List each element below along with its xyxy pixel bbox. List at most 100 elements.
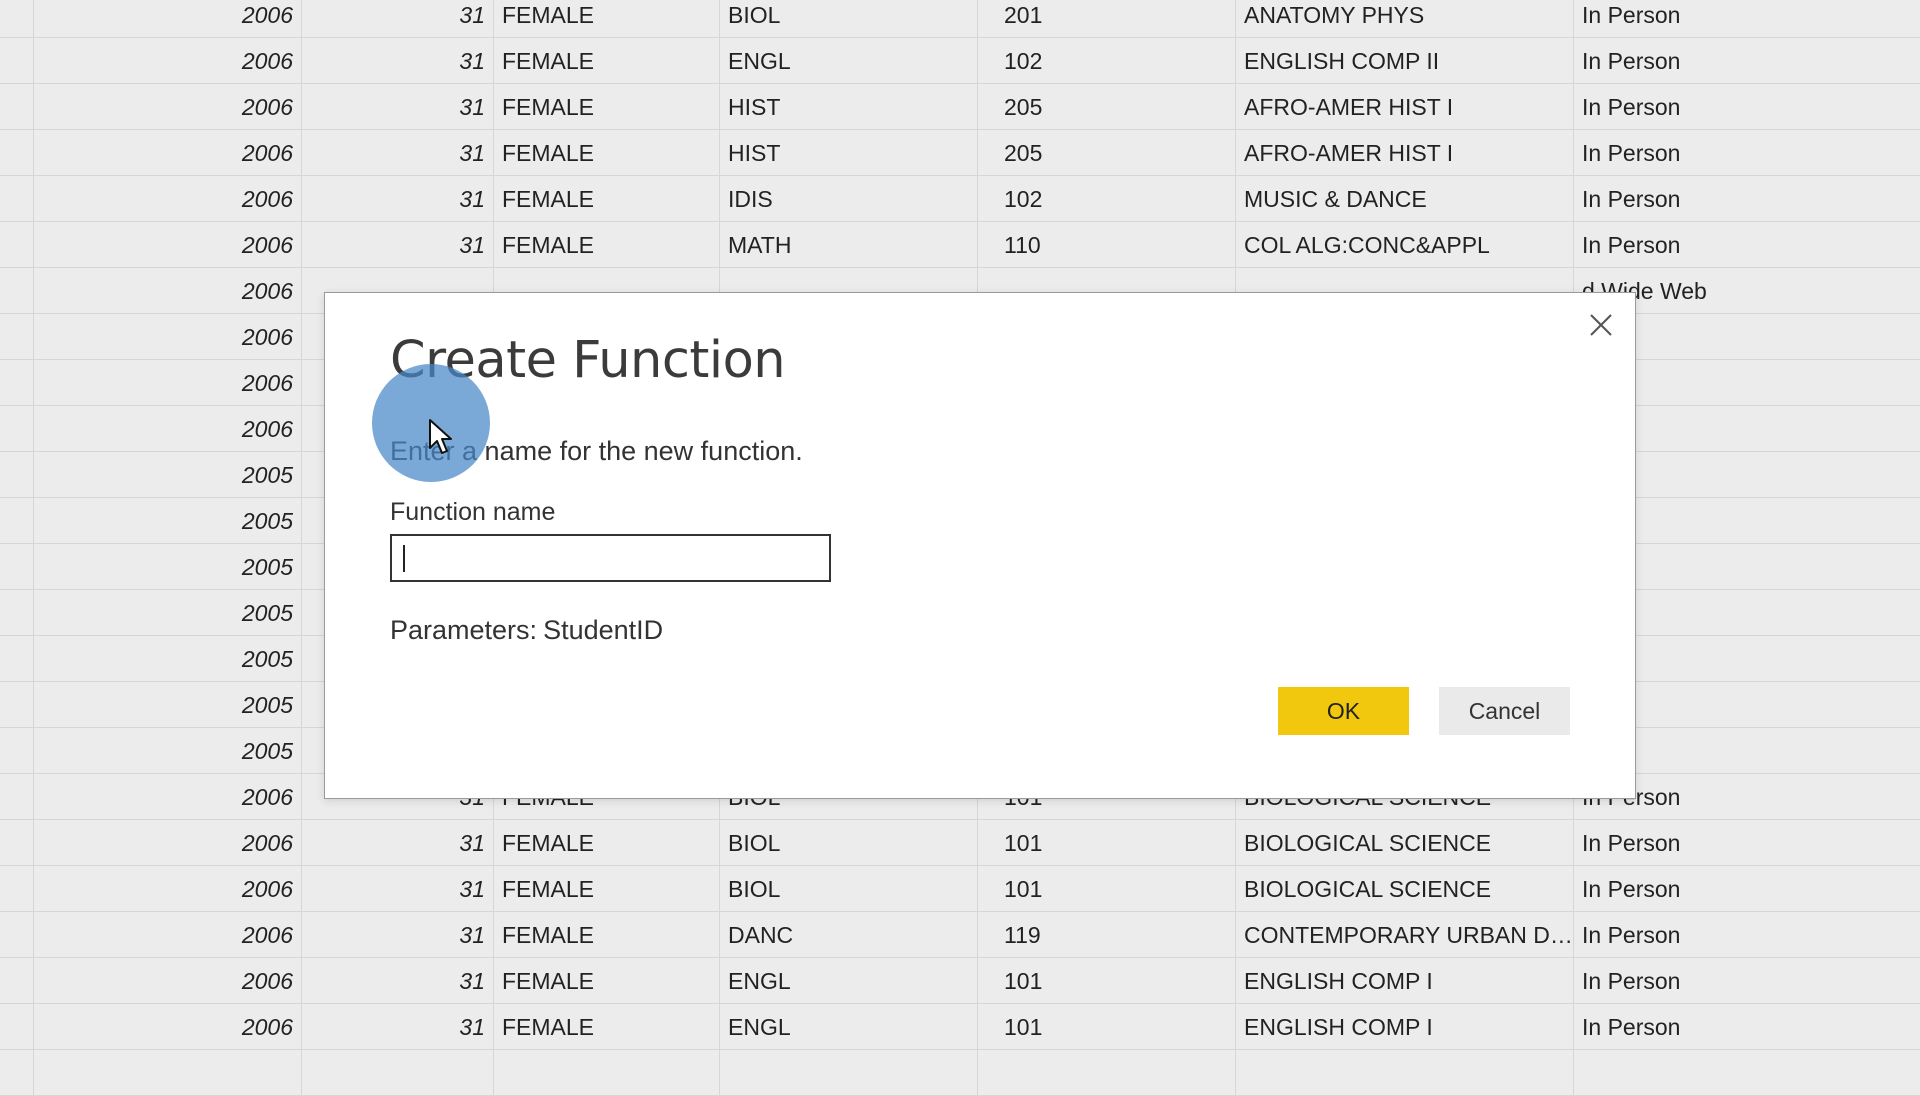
- row-header[interactable]: [0, 498, 34, 544]
- course-number-cell[interactable]: 110: [978, 222, 1236, 268]
- course-number-cell[interactable]: 119: [978, 912, 1236, 958]
- gender-cell[interactable]: FEMALE: [494, 866, 720, 912]
- row-header[interactable]: [0, 38, 34, 84]
- row-header[interactable]: [0, 866, 34, 912]
- subject-cell[interactable]: BIOL: [720, 820, 978, 866]
- subject-cell[interactable]: ENGL: [720, 38, 978, 84]
- term-cell[interactable]: 2006: [34, 958, 302, 1004]
- course-number-cell[interactable]: 101: [978, 866, 1236, 912]
- course-title-cell[interactable]: ENGLISH COMP I: [1236, 958, 1574, 1004]
- row-header[interactable]: [0, 406, 34, 452]
- gender-cell[interactable]: FEMALE: [494, 958, 720, 1004]
- term-cell[interactable]: 2006: [34, 130, 302, 176]
- row-header[interactable]: [0, 958, 34, 1004]
- course-number-cell[interactable]: 101: [978, 820, 1236, 866]
- subject-cell[interactable]: BIOL: [720, 866, 978, 912]
- delivery-cell[interactable]: In Person: [1574, 84, 1920, 130]
- row-header[interactable]: [0, 452, 34, 498]
- gender-cell[interactable]: FEMALE: [494, 0, 720, 38]
- subject-cell[interactable]: HIST: [720, 84, 978, 130]
- subject-cell[interactable]: DANC: [720, 912, 978, 958]
- row-header[interactable]: [0, 774, 34, 820]
- course-title-cell[interactable]: BIOLOGICAL SCIENCE: [1236, 820, 1574, 866]
- course-number-cell[interactable]: 101: [978, 1004, 1236, 1050]
- subject-cell[interactable]: [720, 1050, 978, 1096]
- ok-button[interactable]: OK: [1278, 687, 1409, 735]
- course-title-cell[interactable]: AFRO-AMER HIST I: [1236, 130, 1574, 176]
- age-cell[interactable]: [302, 1050, 494, 1096]
- term-cell[interactable]: 2006: [34, 360, 302, 406]
- delivery-cell[interactable]: In Person: [1574, 222, 1920, 268]
- course-title-cell[interactable]: MUSIC & DANCE: [1236, 176, 1574, 222]
- term-cell[interactable]: 2006: [34, 912, 302, 958]
- term-cell[interactable]: 2006: [34, 314, 302, 360]
- close-button[interactable]: [1583, 307, 1619, 343]
- row-header[interactable]: [0, 1004, 34, 1050]
- gender-cell[interactable]: FEMALE: [494, 84, 720, 130]
- course-number-cell[interactable]: [978, 1050, 1236, 1096]
- term-cell[interactable]: 2006: [34, 268, 302, 314]
- age-cell[interactable]: 31: [302, 176, 494, 222]
- gender-cell[interactable]: [494, 1050, 720, 1096]
- term-cell[interactable]: 2005: [34, 728, 302, 774]
- term-cell[interactable]: [34, 1050, 302, 1096]
- term-cell[interactable]: 2006: [34, 38, 302, 84]
- gender-cell[interactable]: FEMALE: [494, 176, 720, 222]
- row-header[interactable]: [0, 544, 34, 590]
- row-header[interactable]: [0, 130, 34, 176]
- row-header[interactable]: [0, 314, 34, 360]
- subject-cell[interactable]: IDIS: [720, 176, 978, 222]
- subject-cell[interactable]: ENGL: [720, 1004, 978, 1050]
- delivery-cell[interactable]: In Person: [1574, 0, 1920, 38]
- term-cell[interactable]: 2006: [34, 84, 302, 130]
- term-cell[interactable]: 2005: [34, 544, 302, 590]
- delivery-cell[interactable]: In Person: [1574, 38, 1920, 84]
- delivery-cell[interactable]: In Person: [1574, 912, 1920, 958]
- age-cell[interactable]: 31: [302, 1004, 494, 1050]
- term-cell[interactable]: 2006: [34, 176, 302, 222]
- term-cell[interactable]: 2006: [34, 820, 302, 866]
- gender-cell[interactable]: FEMALE: [494, 38, 720, 84]
- row-header[interactable]: [0, 0, 34, 38]
- row-header[interactable]: [0, 820, 34, 866]
- row-header[interactable]: [0, 682, 34, 728]
- course-number-cell[interactable]: 102: [978, 38, 1236, 84]
- row-header[interactable]: [0, 912, 34, 958]
- course-number-cell[interactable]: 201: [978, 0, 1236, 38]
- row-header[interactable]: [0, 176, 34, 222]
- subject-cell[interactable]: MATH: [720, 222, 978, 268]
- row-header[interactable]: [0, 84, 34, 130]
- delivery-cell[interactable]: In Person: [1574, 176, 1920, 222]
- gender-cell[interactable]: FEMALE: [494, 912, 720, 958]
- term-cell[interactable]: 2006: [34, 866, 302, 912]
- course-title-cell[interactable]: [1236, 1050, 1574, 1096]
- row-header[interactable]: [0, 222, 34, 268]
- age-cell[interactable]: 31: [302, 866, 494, 912]
- gender-cell[interactable]: FEMALE: [494, 222, 720, 268]
- age-cell[interactable]: 31: [302, 84, 494, 130]
- term-cell[interactable]: 2006: [34, 406, 302, 452]
- gender-cell[interactable]: FEMALE: [494, 1004, 720, 1050]
- term-cell[interactable]: 2006: [34, 1004, 302, 1050]
- age-cell[interactable]: 31: [302, 0, 494, 38]
- age-cell[interactable]: 31: [302, 38, 494, 84]
- term-cell[interactable]: 2006: [34, 222, 302, 268]
- delivery-cell[interactable]: In Person: [1574, 958, 1920, 1004]
- term-cell[interactable]: 2005: [34, 498, 302, 544]
- delivery-cell[interactable]: In Person: [1574, 1004, 1920, 1050]
- course-number-cell[interactable]: 205: [978, 130, 1236, 176]
- term-cell[interactable]: 2006: [34, 774, 302, 820]
- term-cell[interactable]: 2005: [34, 452, 302, 498]
- delivery-cell[interactable]: In Person: [1574, 820, 1920, 866]
- delivery-cell[interactable]: In Person: [1574, 130, 1920, 176]
- course-title-cell[interactable]: ENGLISH COMP II: [1236, 38, 1574, 84]
- course-title-cell[interactable]: BIOLOGICAL SCIENCE: [1236, 866, 1574, 912]
- row-header[interactable]: [0, 268, 34, 314]
- row-header[interactable]: [0, 728, 34, 774]
- term-cell[interactable]: 2006: [34, 0, 302, 38]
- course-title-cell[interactable]: COL ALG:CONC&APPL: [1236, 222, 1574, 268]
- course-title-cell[interactable]: CONTEMPORARY URBAN DA...: [1236, 912, 1574, 958]
- course-title-cell[interactable]: ANATOMY PHYS: [1236, 0, 1574, 38]
- cancel-button[interactable]: Cancel: [1439, 687, 1570, 735]
- gender-cell[interactable]: FEMALE: [494, 820, 720, 866]
